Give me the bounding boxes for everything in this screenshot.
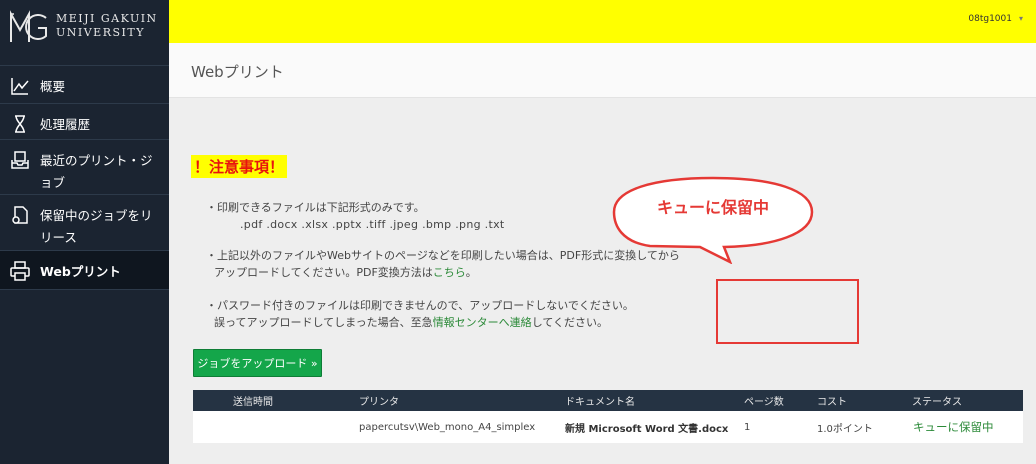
printer-tray-icon xyxy=(11,151,29,169)
column-header-pages[interactable]: ページ数 xyxy=(744,390,784,411)
chevron-down-icon[interactable]: ▾ xyxy=(1019,14,1023,23)
notice-password: ・パスワード付きのファイルは印刷できませんので、アップロードしないでください。 … xyxy=(206,297,634,331)
callout-text: キューに保留中 xyxy=(656,198,769,217)
notice-password-line2: 誤ってアップロードしてしまった場合、至急情報センターへ連絡してください。 xyxy=(206,314,634,331)
logo-line1: MEIJI GAKUIN xyxy=(56,12,158,25)
notice-convert-line2: アップロードしてください。PDF変換方法はこちら。 xyxy=(206,264,680,281)
notice-convert-pre: アップロードしてください。PDF変換方法は xyxy=(214,266,433,279)
callout-bubble xyxy=(612,176,814,264)
user-menu[interactable]: 08tg1001 xyxy=(968,14,1012,24)
sidebar-item-label: 保留中のジョブをリリース xyxy=(40,208,153,245)
status-highlight-box xyxy=(716,279,859,344)
hourglass-icon xyxy=(15,115,25,133)
jobs-table: 送信時間 プリンタ ドキュメント名 ページ数 コスト ステータス papercu… xyxy=(193,390,1023,443)
notice-formats-text: ・印刷できるファイルは下記形式のみです。 xyxy=(206,201,425,214)
column-header-status[interactable]: ステータス xyxy=(912,390,962,411)
notice-formats: ・印刷できるファイルは下記形式のみです。 .pdf .docx .xlsx .p… xyxy=(206,199,505,233)
cell-status: キューに保留中 xyxy=(913,420,994,434)
sidebar-item-label: 処理履歴 xyxy=(40,117,91,132)
sidebar-item-recent-jobs[interactable]: 最近のプリント・ジョブ xyxy=(0,139,169,194)
cell-pages: 1 xyxy=(744,421,751,433)
logo-mark-icon xyxy=(10,10,47,42)
page-header: Webプリント xyxy=(169,43,1036,98)
file-extensions: .pdf .docx .xlsx .pptx .tiff .jpeg .bmp … xyxy=(240,218,505,231)
sidebar-item-summary[interactable]: 概要 xyxy=(0,65,169,103)
notice-title: ！注意事項！ xyxy=(191,155,288,178)
notice-convert: ・上記以外のファイルやWebサイトのページなどを印刷したい場合は、PDF形式に変… xyxy=(206,247,680,281)
document-release-icon xyxy=(12,206,28,224)
sidebar-item-label: 最近のプリント・ジョブ xyxy=(40,153,153,190)
main-content: ！注意事項！ ・印刷できるファイルは下記形式のみです。 .pdf .docx .… xyxy=(169,99,1036,464)
column-header-printer[interactable]: プリンタ xyxy=(359,390,399,411)
sidebar-item-release-jobs[interactable]: 保留中のジョブをリリース xyxy=(0,194,169,250)
notice-password-post: してください。 xyxy=(531,316,609,329)
column-header-document[interactable]: ドキュメント名 xyxy=(565,390,635,411)
cell-document: 新規 Microsoft Word 文書.docx xyxy=(565,423,729,435)
info-center-link[interactable]: 情報センターへ連絡 xyxy=(433,316,532,329)
notice-convert-text: ・上記以外のファイルやWebサイトのページなどを印刷したい場合は、PDF形式に変… xyxy=(206,249,680,262)
table-row[interactable]: papercutsv\Web_mono_A4_simplex 新規 Micros… xyxy=(193,411,1023,443)
top-bar: 08tg1001 ▾ xyxy=(169,0,1036,43)
university-logo[interactable]: MEIJI GAKUIN UNIVERSITY xyxy=(0,0,169,65)
sidebar-item-web-print[interactable]: Webプリント xyxy=(0,250,169,290)
sidebar-item-history[interactable]: 処理履歴 xyxy=(0,103,169,139)
notice-convert-post: 。 xyxy=(465,266,477,279)
notice-password-pre: 誤ってアップロードしてしまった場合、至急 xyxy=(214,316,433,329)
notice-password-text: ・パスワード付きのファイルは印刷できませんので、アップロードしないでください。 xyxy=(206,299,634,312)
pdf-conversion-link[interactable]: こちら xyxy=(433,266,466,279)
cell-cost: 1.0ポイント xyxy=(817,423,873,435)
logo-text: MEIJI GAKUIN UNIVERSITY xyxy=(56,12,158,40)
sidebar: MEIJI GAKUIN UNIVERSITY 概要 処理履歴 最近のプリント・… xyxy=(0,0,169,464)
logo-line2: UNIVERSITY xyxy=(56,26,145,39)
chart-line-icon xyxy=(11,78,29,95)
table-header: 送信時間 プリンタ ドキュメント名 ページ数 コスト ステータス xyxy=(193,390,1023,411)
cell-printer: papercutsv\Web_mono_A4_simplex xyxy=(359,421,536,433)
column-header-time[interactable]: 送信時間 xyxy=(233,390,273,411)
column-header-cost[interactable]: コスト xyxy=(817,390,847,411)
page-title: Webプリント xyxy=(191,63,284,81)
printer-icon xyxy=(10,261,30,281)
upload-job-button[interactable]: ジョブをアップロード » xyxy=(193,349,322,377)
sidebar-item-label: Webプリント xyxy=(40,264,121,279)
sidebar-item-label: 概要 xyxy=(40,79,66,94)
